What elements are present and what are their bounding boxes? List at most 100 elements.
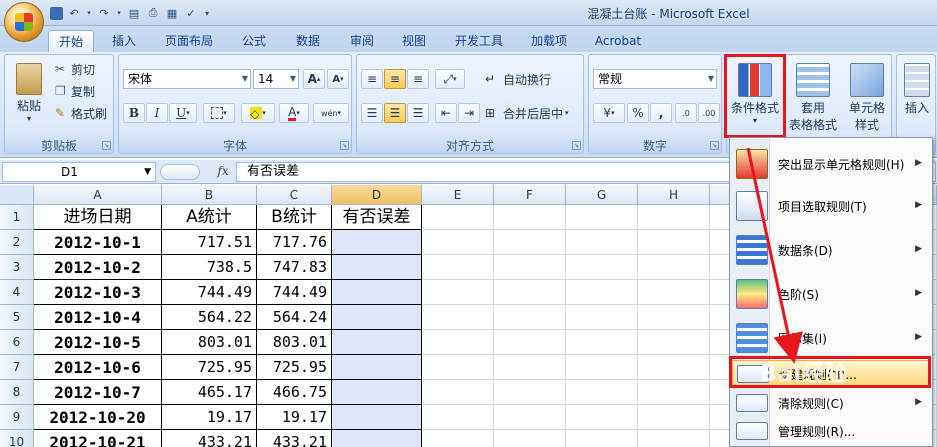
format-painter-button[interactable]: ✎ 格式刷 [55, 103, 107, 123]
cut-button[interactable]: ✂ 剪切 [55, 59, 95, 79]
cell[interactable] [566, 255, 638, 280]
cell[interactable] [494, 305, 566, 330]
row-header[interactable]: 3 [0, 255, 34, 280]
tab-developer[interactable]: 开发工具 [448, 30, 510, 52]
cell[interactable] [494, 255, 566, 280]
percent-button[interactable]: % [627, 103, 649, 123]
cell[interactable] [422, 355, 494, 380]
number-format-combo[interactable]: 常规 ▼ [593, 69, 717, 89]
cell[interactable] [566, 280, 638, 305]
cell[interactable] [422, 205, 494, 230]
font-size-combo[interactable]: 14 ▼ [253, 69, 299, 89]
value-cell[interactable]: 433.21 [162, 430, 257, 447]
date-cell[interactable]: 2012-10-5 [34, 330, 162, 355]
value-cell[interactable]: 19.17 [257, 405, 332, 430]
value-cell[interactable]: 717.51 [162, 230, 257, 255]
column-header-e[interactable]: E [422, 185, 494, 205]
office-button[interactable] [4, 2, 44, 42]
menu-item[interactable]: 清除规则(C) ▶ [732, 390, 930, 416]
column-header-a[interactable]: A [34, 185, 162, 205]
cell[interactable] [422, 255, 494, 280]
comma-button[interactable]: , [650, 103, 672, 123]
underline-button[interactable]: U ▾ [169, 103, 197, 123]
value-cell[interactable]: 744.49 [162, 280, 257, 305]
number-launcher-icon[interactable]: ↘ [710, 141, 719, 150]
cell[interactable] [494, 355, 566, 380]
cell[interactable] [638, 230, 710, 255]
select-all-button[interactable] [0, 185, 34, 205]
value-cell[interactable]: 717.76 [257, 230, 332, 255]
cell[interactable] [332, 230, 422, 255]
format-as-table-button[interactable]: 套用 表格格式 [785, 59, 841, 135]
grow-font-button[interactable]: A ▴ [303, 69, 325, 89]
cell[interactable] [332, 280, 422, 305]
cell[interactable] [422, 430, 494, 447]
value-cell[interactable]: 725.95 [257, 355, 332, 380]
header-cell[interactable]: B统计 [257, 205, 332, 230]
cell[interactable] [638, 355, 710, 380]
alignment-launcher-icon[interactable]: ↘ [572, 141, 581, 150]
cell[interactable] [422, 230, 494, 255]
date-cell[interactable]: 2012-10-20 [34, 405, 162, 430]
menu-item[interactable]: 项目选取规则(T) ▶ [732, 186, 930, 226]
row-header[interactable]: 7 [0, 355, 34, 380]
cell[interactable] [566, 405, 638, 430]
cell[interactable] [332, 405, 422, 430]
column-header-h[interactable]: H [638, 185, 710, 205]
header-cell[interactable]: 有否误差 [332, 205, 422, 230]
row-header[interactable]: 8 [0, 380, 34, 405]
cell[interactable] [494, 330, 566, 355]
cell[interactable] [566, 355, 638, 380]
column-header-g[interactable]: G [566, 185, 638, 205]
row-header[interactable]: 5 [0, 305, 34, 330]
row-header[interactable]: 4 [0, 280, 34, 305]
value-cell[interactable]: 725.95 [162, 355, 257, 380]
value-cell[interactable]: 747.83 [257, 255, 332, 280]
font-launcher-icon[interactable]: ↘ [340, 141, 349, 150]
decrease-indent-button[interactable]: ⇤ [435, 103, 457, 123]
orientation-button[interactable]: ⤢ ▾ [435, 69, 465, 89]
fill-color-button[interactable]: ◇ ▾ [241, 103, 275, 123]
date-cell[interactable]: 2012-10-2 [34, 255, 162, 280]
insert-function-button[interactable]: fx [214, 164, 232, 180]
value-cell[interactable]: 465.17 [162, 380, 257, 405]
cell[interactable] [566, 230, 638, 255]
cell[interactable] [332, 305, 422, 330]
header-cell[interactable]: 进场日期 [34, 205, 162, 230]
cell[interactable] [494, 280, 566, 305]
cell[interactable] [638, 380, 710, 405]
align-bottom-button[interactable]: ≡ [407, 69, 429, 89]
align-middle-button[interactable]: ≡ [384, 69, 406, 89]
value-cell[interactable]: 466.75 [257, 380, 332, 405]
cell[interactable] [332, 430, 422, 447]
value-cell[interactable]: 803.01 [257, 330, 332, 355]
menu-item[interactable]: 突出显示单元格规则(H) ▶ [732, 144, 930, 184]
column-header-c[interactable]: C [257, 185, 332, 205]
align-center-button[interactable]: ☰ [384, 103, 406, 123]
merge-center-button[interactable]: ⊞ 合并后居中 ▾ [485, 103, 569, 123]
cell[interactable] [422, 405, 494, 430]
value-cell[interactable]: 744.49 [257, 280, 332, 305]
menu-item[interactable]: 数据条(D) ▶ [732, 230, 930, 270]
tab-addins[interactable]: 加载项 [524, 30, 574, 52]
cell-styles-button[interactable]: 单元格 样式 [839, 59, 895, 135]
value-cell[interactable]: 433.21 [257, 430, 332, 447]
menu-item[interactable]: 色阶(S) ▶ [732, 274, 930, 314]
row-header[interactable]: 1 [0, 205, 34, 230]
tab-insert[interactable]: 插入 [104, 30, 144, 52]
shrink-font-button[interactable]: A ▾ [327, 69, 349, 89]
date-cell[interactable]: 2012-10-7 [34, 380, 162, 405]
cell[interactable] [638, 430, 710, 447]
name-box[interactable]: D1 ▼ [2, 162, 156, 182]
menu-item[interactable]: 管理规则(R)... [732, 418, 930, 444]
decrease-decimal-button[interactable]: .00 [698, 103, 720, 123]
align-left-button[interactable]: ☰ [361, 103, 383, 123]
row-header[interactable]: 10 [0, 430, 34, 447]
header-cell[interactable]: A统计 [162, 205, 257, 230]
cell[interactable] [422, 280, 494, 305]
cell[interactable] [494, 380, 566, 405]
insert-cells-button[interactable]: 插入 [897, 59, 937, 135]
cell[interactable] [566, 305, 638, 330]
row-header[interactable]: 6 [0, 330, 34, 355]
row-header[interactable]: 2 [0, 230, 34, 255]
